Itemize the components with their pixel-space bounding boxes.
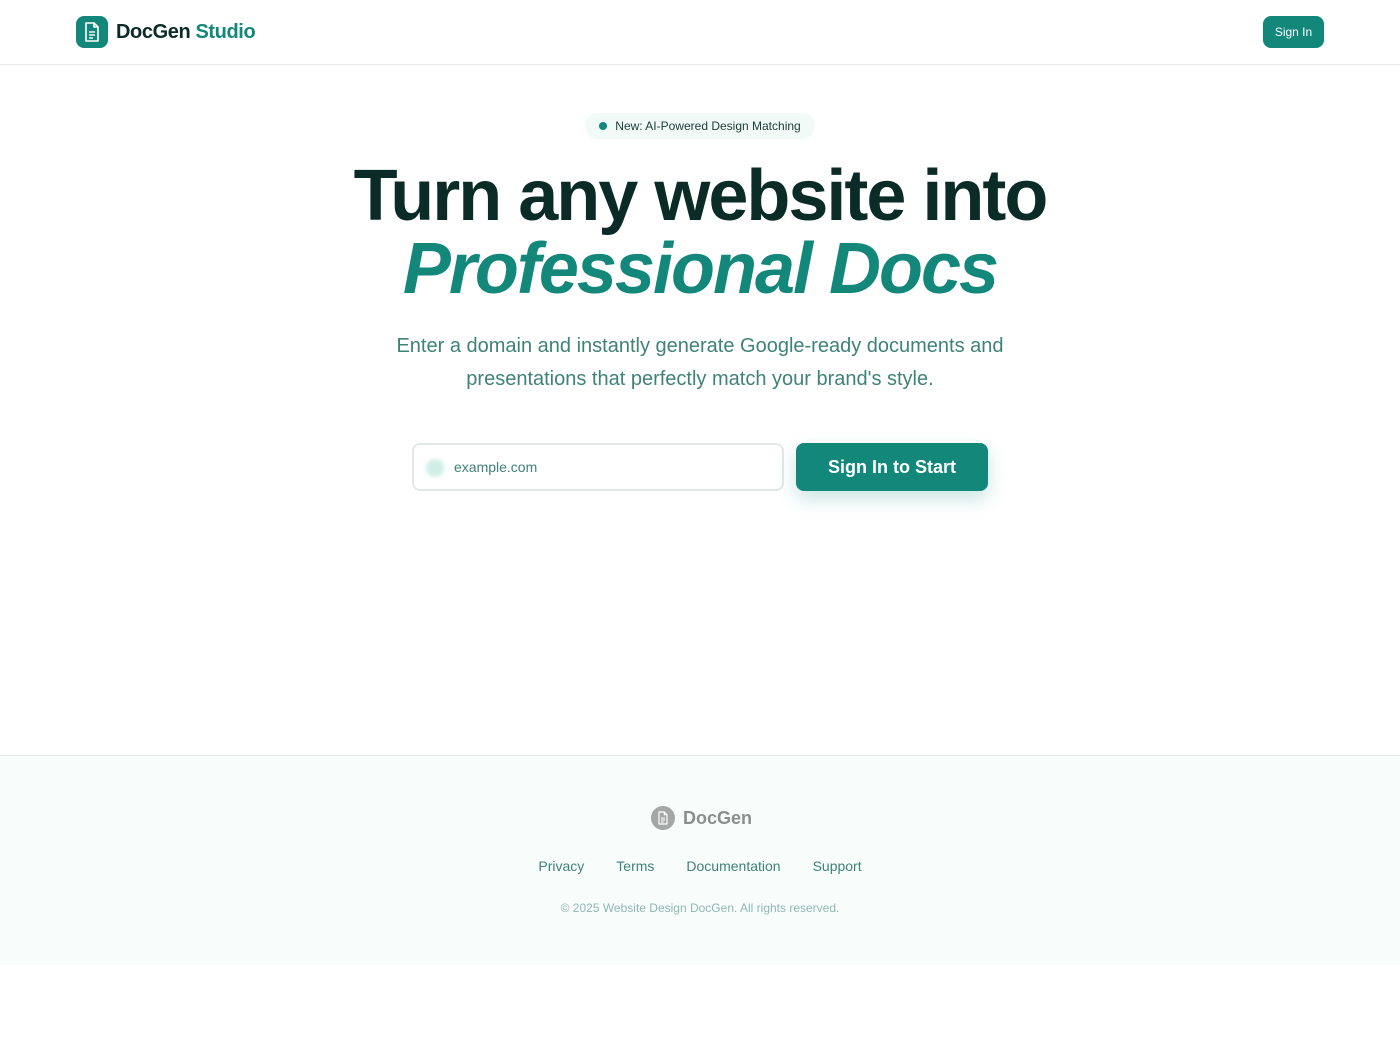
top-header: DocGen Studio Sign In [0,0,1400,65]
footer-link-terms[interactable]: Terms [616,858,654,874]
globe-icon [426,459,444,477]
announcement-badge: New: AI-Powered Design Matching [585,113,815,139]
hero-headline-accent: Professional Docs [402,229,999,309]
domain-input-container [412,443,784,491]
hero-subtitle: Enter a domain and instantly generate Go… [396,335,1004,390]
sign-in-to-start-button[interactable]: Sign In to Start [796,443,988,491]
footer-links: Privacy Terms Documentation Support [0,858,1400,874]
document-icon [76,16,108,48]
copyright-text: © 2025 Website Design DocGen. All rights… [560,901,840,915]
badge-text: New: AI-Powered Design Matching [615,119,801,133]
document-icon [651,806,675,830]
status-dot-icon [599,122,608,130]
footer-link-privacy[interactable]: Privacy [538,858,584,874]
footer-link-documentation[interactable]: Documentation [686,858,780,874]
header-sign-in-button[interactable]: Sign In [1263,16,1324,48]
hero-headline: Turn any website into [353,156,1049,236]
page: DocGen Studio Sign In New: AI-Powered De… [0,0,1400,1050]
footer-brand-name: DocGen [683,807,753,828]
footer-link-support[interactable]: Support [813,858,862,874]
brand-name: DocGen Studio [116,20,256,44]
brand-home-link[interactable]: DocGen Studio [76,16,256,48]
footer: DocGen Privacy Terms Documentation Suppo… [0,755,1400,965]
domain-input[interactable] [454,445,774,489]
brand-primary: DocGen [116,20,191,43]
brand-accent: Studio [195,20,256,43]
footer-brand: DocGen [651,806,752,830]
